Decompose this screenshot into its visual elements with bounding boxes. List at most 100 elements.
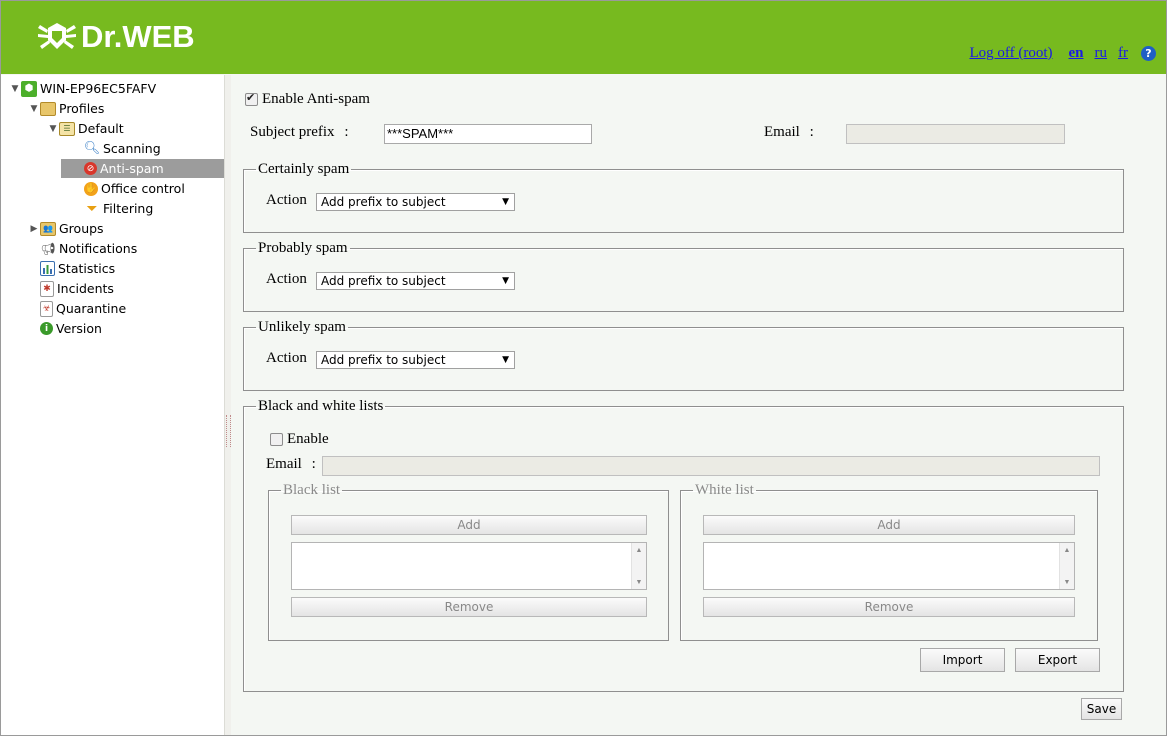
tree-label: Profiles	[59, 101, 105, 116]
tree-item-groups[interactable]: ▶ 👥 Groups	[28, 219, 104, 238]
logoff-link[interactable]: Log off (root)	[969, 45, 1052, 62]
tree-label: Anti-spam	[100, 161, 164, 176]
bw-enable-checkbox[interactable]	[270, 433, 283, 447]
tree-item-notifications[interactable]: 📢︎ Notifications	[28, 239, 137, 258]
enable-antispam-checkbox[interactable]	[245, 91, 258, 107]
bw-email-label: Email	[266, 456, 302, 472]
info-icon: i	[40, 322, 53, 335]
spider-logo-icon	[38, 23, 76, 49]
scroll-down-icon: ▼	[1063, 578, 1071, 586]
server-icon: ⬢	[21, 80, 37, 97]
tree-item-default[interactable]: ▼ ☰ Default	[47, 119, 124, 138]
probably-spam-legend: Probably spam	[258, 240, 348, 256]
probably-action-select[interactable]: Add prefix to subject ▼	[316, 272, 515, 290]
incident-report-icon: ✱	[40, 280, 54, 297]
certainly-spam-legend: Certainly spam	[258, 161, 350, 177]
email-input	[846, 124, 1065, 144]
white-list-box: ▲ ▼	[703, 542, 1075, 590]
header-bar: Dr.WEB Log off (root) en ru fr ?	[1, 1, 1166, 74]
unlikely-action-label: Action	[266, 350, 307, 366]
tree-item-filtering[interactable]: ⏷ Filtering	[66, 199, 153, 218]
bw-enable-label: Enable	[287, 431, 329, 447]
group-folder-icon: 👥	[40, 221, 56, 236]
email-label: Email	[764, 124, 800, 140]
no-entry-icon: ⊘	[84, 162, 97, 175]
unlikely-spam-legend: Unlikely spam	[258, 319, 346, 335]
black-list-scrollbar: ▲ ▼	[631, 543, 646, 589]
dropdown-arrow-icon: ▼	[502, 276, 509, 286]
tree-label: Groups	[59, 221, 104, 236]
quarantine-icon: ☣	[40, 300, 53, 317]
panel-splitter[interactable]	[224, 75, 231, 735]
tree-item-statistics[interactable]: Statistics	[28, 259, 115, 278]
tree-label: Quarantine	[56, 301, 127, 316]
funnel-icon: ⏷	[86, 200, 98, 217]
folder-icon	[40, 101, 56, 116]
certainly-action-select[interactable]: Add prefix to subject ▼	[316, 193, 515, 211]
bw-email-input	[322, 456, 1100, 476]
collapse-arrow-icon[interactable]: ▼	[47, 124, 59, 134]
lang-fr-link[interactable]: fr	[1118, 45, 1128, 62]
tree-label: Office control	[101, 181, 185, 196]
collapse-arrow-icon[interactable]: ▼	[28, 104, 40, 114]
probably-action-label: Action	[266, 271, 307, 287]
import-button[interactable]: Import	[920, 648, 1005, 672]
subject-prefix-label: Subject prefix	[250, 124, 335, 140]
unlikely-action-value: Add prefix to subject	[321, 353, 446, 367]
bw-enable-row: Enable	[270, 431, 329, 448]
expand-arrow-icon[interactable]: ▶	[28, 224, 40, 234]
lang-en-link[interactable]: en	[1069, 45, 1084, 62]
black-list-box: ▲ ▼	[291, 542, 647, 590]
tree-label: Incidents	[57, 281, 114, 296]
white-list-scrollbar: ▲ ▼	[1059, 543, 1074, 589]
top-navigation: Log off (root) en ru fr ?	[969, 45, 1156, 62]
app-window: Dr.WEB Log off (root) en ru fr ? ▼ ⬢ WIN…	[0, 0, 1167, 736]
tree-label: Version	[56, 321, 102, 336]
scroll-up-icon: ▲	[1063, 546, 1071, 554]
tree-item-server[interactable]: ▼ ⬢ WIN-EP96EC5FAFV	[9, 79, 156, 98]
tree-item-quarantine[interactable]: ☣ Quarantine	[28, 299, 126, 318]
tree-item-profiles[interactable]: ▼ Profiles	[28, 99, 105, 118]
tree-item-office-control[interactable]: ✋ Office control	[66, 179, 185, 198]
lang-ru-link[interactable]: ru	[1095, 45, 1108, 62]
scroll-up-icon: ▲	[635, 546, 643, 554]
bw-email-colon: :	[311, 456, 316, 472]
dropdown-arrow-icon: ▼	[502, 355, 509, 365]
dropdown-arrow-icon: ▼	[502, 197, 509, 207]
megaphone-icon: 📢︎	[40, 241, 56, 256]
antispam-settings-panel: Enable Anti-spam Subject prefix : ***SPA…	[231, 75, 1166, 735]
email-row: Email :	[764, 124, 814, 141]
tree-label: Filtering	[103, 201, 154, 216]
magnifier-icon: 🔍︎	[83, 140, 101, 156]
black-list-remove-button: Remove	[291, 597, 647, 617]
help-icon[interactable]: ?	[1141, 46, 1156, 61]
collapse-arrow-icon[interactable]: ▼	[9, 84, 21, 94]
tree-label: Notifications	[59, 241, 138, 256]
email-colon: :	[809, 124, 814, 140]
tree-item-scanning[interactable]: 🔍︎ Scanning	[66, 139, 161, 158]
drweb-logo: Dr.WEB	[37, 19, 195, 55]
white-list-legend: White list	[695, 482, 754, 498]
certainly-action-value: Add prefix to subject	[321, 195, 446, 209]
enable-antispam-row: Enable Anti-spam	[245, 91, 370, 108]
bar-chart-icon	[40, 261, 55, 276]
black-list-add-button: Add	[291, 515, 647, 535]
tree-item-version[interactable]: i Version	[28, 319, 102, 338]
subject-prefix-input[interactable]: ***SPAM***	[384, 124, 592, 144]
tree-label: Default	[78, 121, 124, 136]
tree-label: Scanning	[103, 141, 161, 156]
save-button[interactable]: Save	[1081, 698, 1122, 720]
export-button[interactable]: Export	[1015, 648, 1100, 672]
subject-prefix-colon: :	[344, 124, 349, 140]
white-list-add-button: Add	[703, 515, 1075, 535]
tree-label: WIN-EP96EC5FAFV	[40, 81, 157, 96]
brand-name: Dr.WEB	[81, 19, 195, 54]
tree-item-incidents[interactable]: ✱ Incidents	[28, 279, 114, 298]
hand-icon: ✋	[84, 181, 98, 196]
tree-item-antispam[interactable]: ⊘ Anti-spam	[61, 159, 224, 178]
navigation-tree: ▼ ⬢ WIN-EP96EC5FAFV ▼ Profiles ▼ ☰ Defau…	[1, 75, 224, 735]
probably-action-value: Add prefix to subject	[321, 274, 446, 288]
unlikely-action-select[interactable]: Add prefix to subject ▼	[316, 351, 515, 369]
bw-email-row: Email :	[266, 456, 316, 473]
tree-label: Statistics	[58, 261, 116, 276]
